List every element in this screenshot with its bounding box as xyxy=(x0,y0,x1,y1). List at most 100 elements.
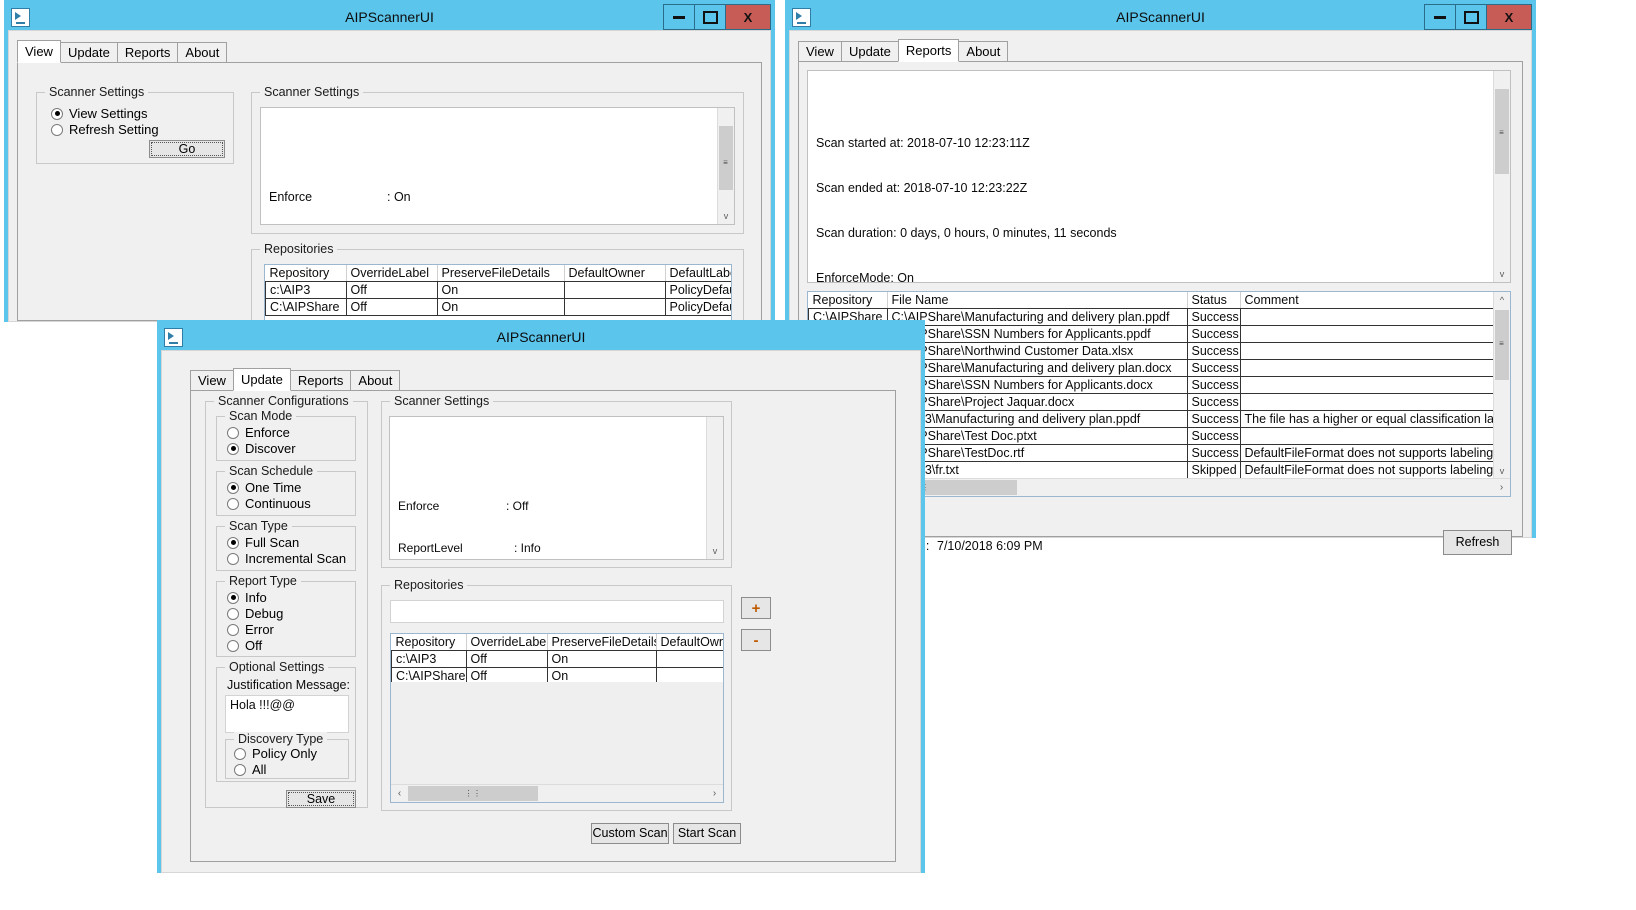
tabpage-view: Scanner Settings View Settings Refresh S… xyxy=(17,62,762,359)
close-button[interactable]: X xyxy=(725,4,771,30)
col-overridelabel[interactable]: OverrideLabel xyxy=(346,265,438,282)
radio-continuous[interactable]: Continuous xyxy=(227,496,355,511)
scroll-up-arrow[interactable]: ^ xyxy=(1494,292,1510,308)
col-defaultlabel[interactable]: DefaultLabel xyxy=(665,265,731,282)
col-comment[interactable]: Comment xyxy=(1240,292,1496,309)
scroll-down-arrow[interactable]: v xyxy=(1494,266,1510,282)
tab-update[interactable]: Update xyxy=(59,42,118,63)
col-repository[interactable]: Repository xyxy=(808,292,888,309)
radio-off[interactable]: Off xyxy=(227,638,355,653)
horizontal-scrollbar[interactable]: ‹ ⋮⋮ › xyxy=(391,784,723,802)
titlebar-reports[interactable]: AIPScannerUI X xyxy=(789,4,1532,30)
tab-reports[interactable]: Reports xyxy=(116,42,179,63)
radio-full-scan[interactable]: Full Scan xyxy=(227,535,355,550)
cell-comment xyxy=(1240,376,1496,394)
radio-label: Incremental Scan xyxy=(245,551,347,566)
window-update[interactable]: AIPScannerUI View Update Reports About S… xyxy=(157,320,925,873)
tab-update[interactable]: Update xyxy=(840,41,899,62)
tab-update[interactable]: Update xyxy=(232,368,291,391)
maximize-button[interactable] xyxy=(694,4,726,30)
radio-indicator xyxy=(227,426,239,439)
save-button[interactable]: Save xyxy=(286,790,356,808)
cell-status: Success xyxy=(1187,410,1241,428)
col-file-name[interactable]: File Name xyxy=(887,292,1188,309)
radio-info[interactable]: Info xyxy=(227,590,355,605)
tab-view[interactable]: View xyxy=(798,41,842,62)
scroll-down-arrow[interactable]: v xyxy=(707,543,723,559)
minimize-button[interactable] xyxy=(1424,4,1456,30)
add-repository-button[interactable]: + xyxy=(741,597,771,619)
go-button[interactable]: Go xyxy=(149,140,225,158)
tab-view[interactable]: View xyxy=(17,40,61,63)
col-preservefiledetails[interactable]: PreserveFileDetails xyxy=(437,265,565,282)
radio-incremental-scan[interactable]: Incremental Scan xyxy=(227,551,355,566)
scanner-settings-textbox-update[interactable]: Enforce: Off ReportLevel: Info Schedule:… xyxy=(389,416,724,560)
titlebar-update[interactable]: AIPScannerUI xyxy=(161,324,921,350)
col-preservefiledetails[interactable]: PreserveFileDetails xyxy=(547,634,657,651)
col-overridelabel[interactable]: OverrideLabel xyxy=(466,634,548,651)
justification-message-input[interactable]: Hola !!!@@ xyxy=(225,695,349,733)
radio-label: Info xyxy=(245,590,267,605)
group-legend: Scanner Settings xyxy=(260,85,364,99)
cell-file-name: C:\AIPShare\SSN Numbers for Applicants.p… xyxy=(887,325,1188,343)
repositories-table-update: Repository OverrideLabel PreserveFileDet… xyxy=(391,634,723,685)
col-defaultowner[interactable]: DefaultOwner xyxy=(564,265,666,282)
tab-about[interactable]: About xyxy=(958,41,1009,62)
tabstrip-update: View Update Reports About xyxy=(162,368,920,391)
window-view[interactable]: AIPScannerUI X View Update Reports About… xyxy=(4,0,775,359)
scan-summary-textbox[interactable]: Scan started at: 2018-07-10 12:23:11Z Sc… xyxy=(807,70,1511,283)
setting-line: Enforce: On xyxy=(269,190,726,205)
tab-about[interactable]: About xyxy=(350,370,401,391)
radio-refresh-setting[interactable]: Refresh Setting xyxy=(51,122,233,137)
col-repository[interactable]: Repository xyxy=(265,265,347,282)
repositories-grid-update[interactable]: Repository OverrideLabel PreserveFileDet… xyxy=(390,633,724,803)
radio-enforce[interactable]: Enforce xyxy=(227,425,355,440)
col-repository[interactable]: Repository xyxy=(391,634,467,651)
radio-one-time[interactable]: One Time xyxy=(227,480,355,495)
titlebar-view[interactable]: AIPScannerUI X xyxy=(8,4,771,30)
repository-path-input[interactable] xyxy=(390,600,724,623)
radio-discover[interactable]: Discover xyxy=(227,441,355,456)
tab-view[interactable]: View xyxy=(190,370,234,391)
scrollbar-track[interactable]: ⋮⋮ xyxy=(825,479,1493,496)
table-row[interactable]: c:\AIP3 Off On PolicyDefaultLabel *,-.ln… xyxy=(391,650,723,668)
scroll-down-arrow[interactable]: v xyxy=(1494,463,1510,479)
scroll-down-arrow[interactable]: v xyxy=(718,208,734,224)
scroll-right-arrow[interactable]: › xyxy=(1493,479,1510,496)
tab-reports[interactable]: Reports xyxy=(289,370,352,391)
window-controls: X xyxy=(663,4,771,30)
vertical-scrollbar[interactable]: ^ ≡ v xyxy=(717,108,734,224)
tab-about[interactable]: About xyxy=(177,42,228,63)
window-title: AIPScannerUI xyxy=(1116,9,1205,25)
setting-line: ReportLevel: Info xyxy=(398,541,715,555)
scanner-settings-textbox[interactable]: Enforce: On ReportLevel: Debug Schedule:… xyxy=(260,107,735,225)
custom-scan-button[interactable]: Custom Scan xyxy=(591,823,669,844)
radio-debug[interactable]: Debug xyxy=(227,606,355,621)
col-defaultowner[interactable]: DefaultOwner xyxy=(656,634,723,651)
refresh-button[interactable]: Refresh xyxy=(1443,530,1512,555)
scrollbar-track[interactable]: ⋮⋮ xyxy=(408,785,706,802)
cell-comment xyxy=(1240,342,1496,360)
minimize-button[interactable] xyxy=(663,4,695,30)
scroll-right-arrow[interactable]: › xyxy=(706,785,723,802)
start-scan-button[interactable]: Start Scan xyxy=(673,823,741,844)
vertical-scrollbar[interactable]: ^ ≡ v xyxy=(1493,292,1510,479)
group-legend: Scanner Settings xyxy=(45,85,149,99)
radio-policy-only[interactable]: Policy Only xyxy=(234,746,348,761)
remove-repository-button[interactable]: - xyxy=(741,629,771,651)
radio-view-settings[interactable]: View Settings xyxy=(51,106,233,121)
scrollbar-thumb[interactable]: ⋮⋮ xyxy=(408,786,538,801)
vertical-scrollbar[interactable]: v xyxy=(706,417,723,559)
table-row[interactable]: C:\AIPShare Off On PolicyDefaultLabel *,… xyxy=(265,298,731,316)
radio-error[interactable]: Error xyxy=(227,622,355,637)
table-row[interactable]: c:\AIP3 Off On PolicyDefaultLabel *,-.ln… xyxy=(265,281,731,299)
radio-all[interactable]: All xyxy=(234,762,348,777)
tab-reports[interactable]: Reports xyxy=(897,39,960,62)
maximize-button[interactable] xyxy=(1455,4,1487,30)
radio-indicator xyxy=(234,763,246,776)
scroll-left-arrow[interactable]: ‹ xyxy=(391,785,408,802)
vertical-scrollbar[interactable]: ^ ≡ v xyxy=(1493,71,1510,282)
col-status[interactable]: Status xyxy=(1187,292,1241,309)
close-button[interactable]: X xyxy=(1486,4,1532,30)
cell-file-name: C:\AIPShare\SSN Numbers for Applicants.d… xyxy=(887,376,1188,394)
